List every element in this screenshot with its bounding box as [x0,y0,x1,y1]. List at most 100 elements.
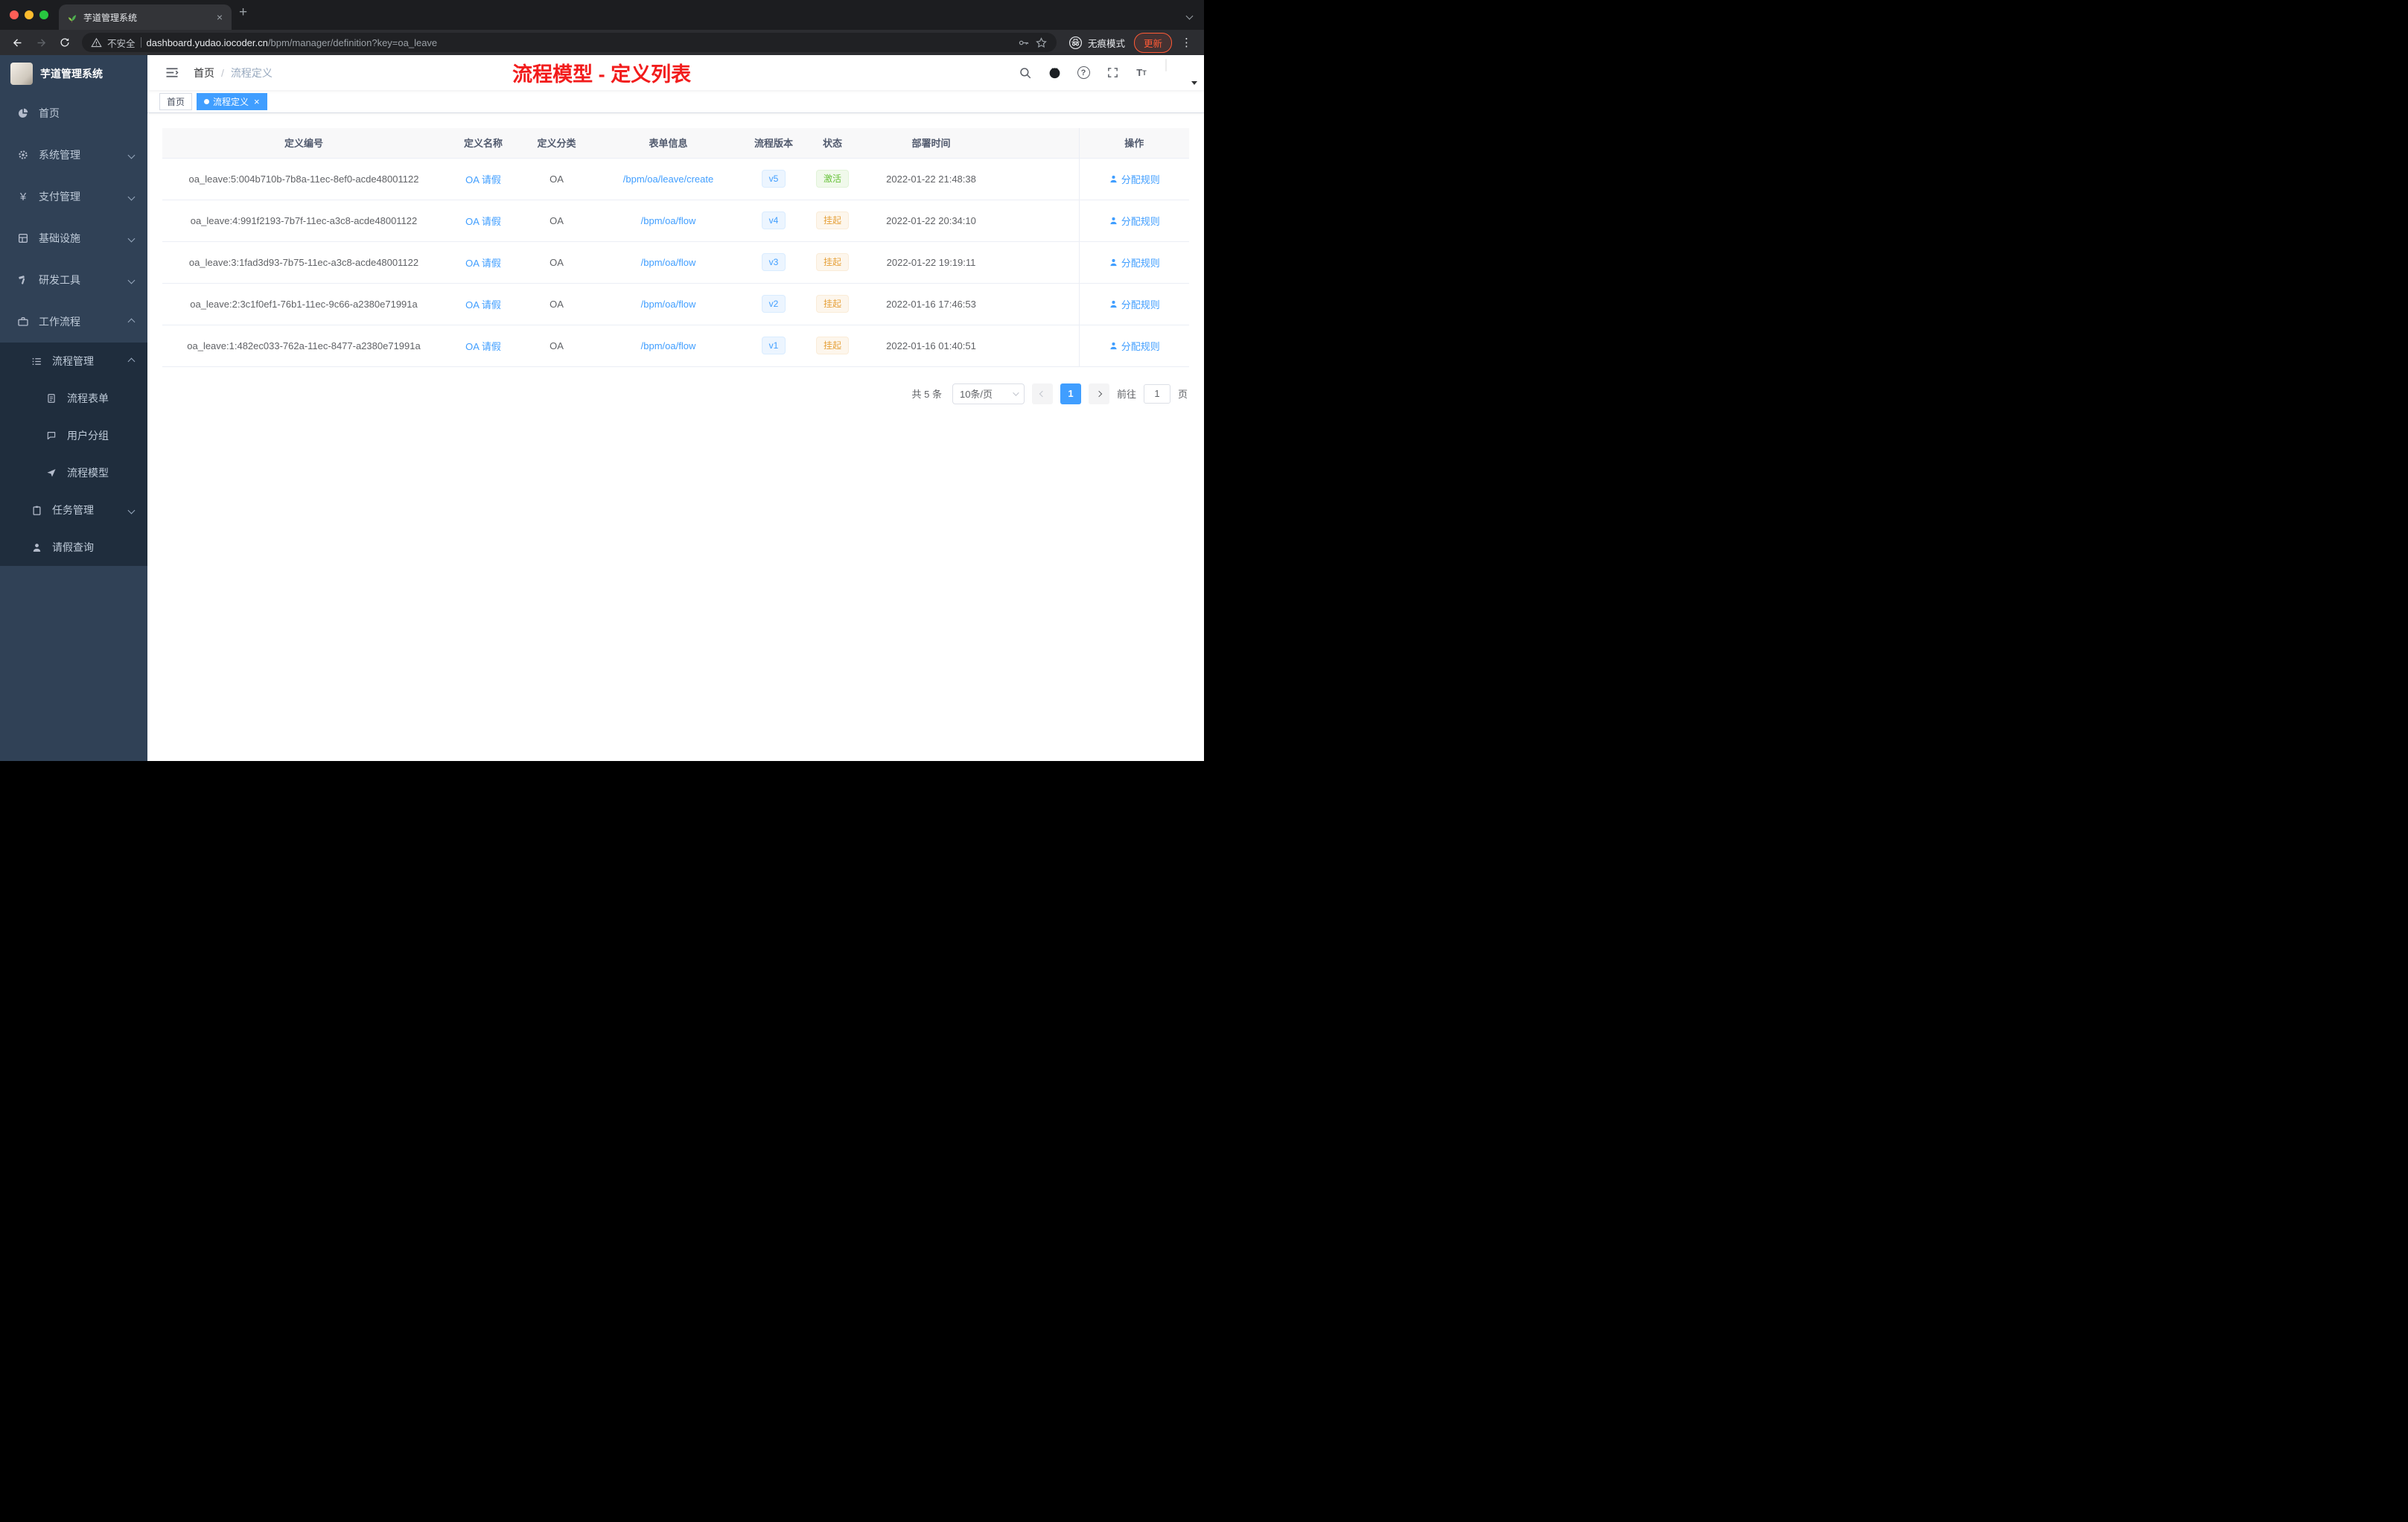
definition-name-link[interactable]: OA 请假 [465,174,501,185]
browser-tab[interactable]: 芋道管理系统 × [59,4,232,30]
sidebar-item-process-form[interactable]: 流程表单 [0,380,147,417]
update-browser-button[interactable]: 更新 [1133,32,1172,53]
cell-deploy-time: 2022-01-22 20:34:10 [862,200,1000,242]
user-avatar[interactable] [1165,58,1197,86]
header-category: 定义分类 [521,128,592,159]
browser-menu-icon[interactable]: ⋮ [1176,36,1197,49]
app-navbar: 首页 / 流程定义 流程模型 - 定义列表 ? TT [147,55,1204,90]
url-bar[interactable]: 不安全 dashboard.yudao.iocoder.cn/bpm/manag… [82,33,1057,52]
definition-name-link[interactable]: OA 请假 [465,258,501,269]
tag-home[interactable]: 首页 [159,92,193,110]
cell-definition-id: oa_leave:4:991f2193-7b7f-11ec-a3c8-acde4… [162,200,445,242]
table-row: oa_leave:5:004b710b-7b8a-11ec-8ef0-acde4… [162,158,1189,200]
help-icon[interactable]: ? [1075,65,1092,81]
sidebar-toggle-icon[interactable] [159,60,185,86]
chevron-down-icon [127,151,136,159]
assign-rule-link[interactable]: 分配规则 [1109,339,1160,353]
sidebar-item-leave-query[interactable]: 请假查询 [0,529,147,566]
total-count-label: 共 5 条 [911,389,942,400]
back-icon[interactable] [7,33,27,52]
select-chevron-icon [1013,389,1019,396]
header-version: 流程版本 [745,128,803,159]
breadcrumb-home[interactable]: 首页 [194,66,214,80]
status-badge: 挂起 [815,252,849,272]
goto-page-input[interactable] [1143,383,1170,404]
form-link[interactable]: /bpm/oa/flow [641,299,696,310]
sidebar-item-home[interactable]: 首页 [0,92,147,134]
form-link[interactable]: /bpm/oa/flow [641,215,696,226]
url-text: dashboard.yudao.iocoder.cn/bpm/manager/d… [146,36,438,48]
prev-page-button[interactable] [1031,383,1053,404]
infrastructure-icon [16,232,30,245]
sidebar: 芋道管理系统 首页 系统管理 ¥ 支付管理 基础设施 研发工具 工作流程 流程管… [0,55,147,761]
chevron-up-icon [127,357,136,365]
form-link[interactable]: /bpm/oa/flow [641,340,696,351]
tab-close-icon[interactable]: × [215,11,224,23]
sidebar-item-process-model[interactable]: 流程模型 [0,454,147,491]
page-size-select[interactable]: 10条/页 [952,383,1025,404]
sidebar-item-payment-management[interactable]: ¥ 支付管理 [0,176,147,217]
cell-definition-id: oa_leave:3:1fad3d93-7b75-11ec-a3c8-acde4… [162,241,445,284]
chevron-down-icon [127,276,136,284]
definition-name-link[interactable]: OA 请假 [465,299,501,311]
reload-icon[interactable] [55,33,74,52]
assign-rule-link[interactable]: 分配规则 [1109,255,1160,270]
tag-close-icon[interactable]: × [254,97,260,106]
assign-rule-link[interactable]: 分配规则 [1109,214,1160,228]
new-tab-button[interactable]: + [239,4,247,21]
assign-rule-link[interactable]: 分配规则 [1109,172,1160,186]
browser-tabstrip: 芋道管理系统 × + [0,0,1204,30]
form-link[interactable]: /bpm/oa/flow [641,257,696,268]
tag-process-definition[interactable]: 流程定义 × [197,92,267,110]
table-row: oa_leave:1:482ec033-762a-11ec-8477-a2380… [162,325,1189,367]
close-window-button[interactable] [10,10,19,19]
minimize-window-button[interactable] [25,10,34,19]
font-size-icon[interactable]: TT [1133,65,1150,81]
header-status: 状态 [803,128,862,159]
chevron-down-icon [127,193,136,200]
sidebar-item-process-management[interactable]: 流程管理 [0,343,147,380]
cell-definition-id: oa_leave:5:004b710b-7b8a-11ec-8ef0-acde4… [162,158,445,200]
main-area: 首页 / 流程定义 流程模型 - 定义列表 ? TT 首页 流程定义 × 定义编… [147,55,1204,761]
sidebar-item-task-management[interactable]: 任务管理 [0,491,147,529]
active-tag-dot [204,98,210,104]
tab-title: 芋道管理系统 [83,12,138,23]
form-link[interactable]: /bpm/oa/leave/create [623,173,713,185]
forward-icon[interactable] [31,33,51,52]
assign-rule-link[interactable]: 分配规则 [1109,297,1160,311]
sidebar-item-dev-tools[interactable]: 研发工具 [0,259,147,301]
tab-search-icon[interactable] [1185,10,1194,21]
sidebar-item-user-group[interactable]: 用户分组 [0,417,147,454]
search-icon[interactable] [1017,65,1033,81]
workflow-submenu: 流程管理 流程表单 用户分组 流程模型 任务管理 请假查询 [0,343,147,566]
dashboard-icon [16,106,30,120]
github-icon[interactable] [1046,65,1063,81]
security-label: 不安全 [107,38,136,49]
tags-view: 首页 流程定义 × [147,90,1204,113]
maximize-window-button[interactable] [39,10,48,19]
password-key-icon[interactable] [1017,36,1030,49]
sidebar-item-infrastructure[interactable]: 基础设施 [0,217,147,259]
table-row: oa_leave:2:3c1f0ef1-76b1-11ec-9c66-a2380… [162,283,1189,325]
fullscreen-icon[interactable] [1104,65,1121,81]
definition-name-link[interactable]: OA 请假 [465,341,501,352]
version-badge: v5 [761,169,786,188]
header-definition-id: 定义编号 [162,128,445,159]
paper-plane-icon [45,466,58,480]
cell-deploy-time: 2022-01-22 19:19:11 [862,241,1000,284]
cell-deploy-time: 2022-01-22 21:48:38 [862,158,1000,200]
definition-table: 定义编号 定义名称 定义分类 表单信息 流程版本 状态 部署时间 操作 oa_l… [162,128,1189,367]
table-header-row: 定义编号 定义名称 定义分类 表单信息 流程版本 状态 部署时间 操作 [162,128,1189,159]
header-deploy-time: 部署时间 [862,128,1000,159]
cell-filler [1000,241,1079,284]
sidebar-item-system-management[interactable]: 系统管理 [0,134,147,176]
navbar-tools: ? TT [1017,58,1197,86]
sidebar-item-workflow[interactable]: 工作流程 [0,301,147,343]
definition-name-link[interactable]: OA 请假 [465,216,501,227]
document-icon [45,392,58,405]
page-1-button[interactable]: 1 [1060,383,1081,404]
cell-deploy-time: 2022-01-16 17:46:53 [862,283,1000,325]
next-page-button[interactable] [1088,383,1109,404]
bookmark-star-icon[interactable] [1035,36,1048,49]
browser-toolbar: 不安全 dashboard.yudao.iocoder.cn/bpm/manag… [0,30,1204,55]
